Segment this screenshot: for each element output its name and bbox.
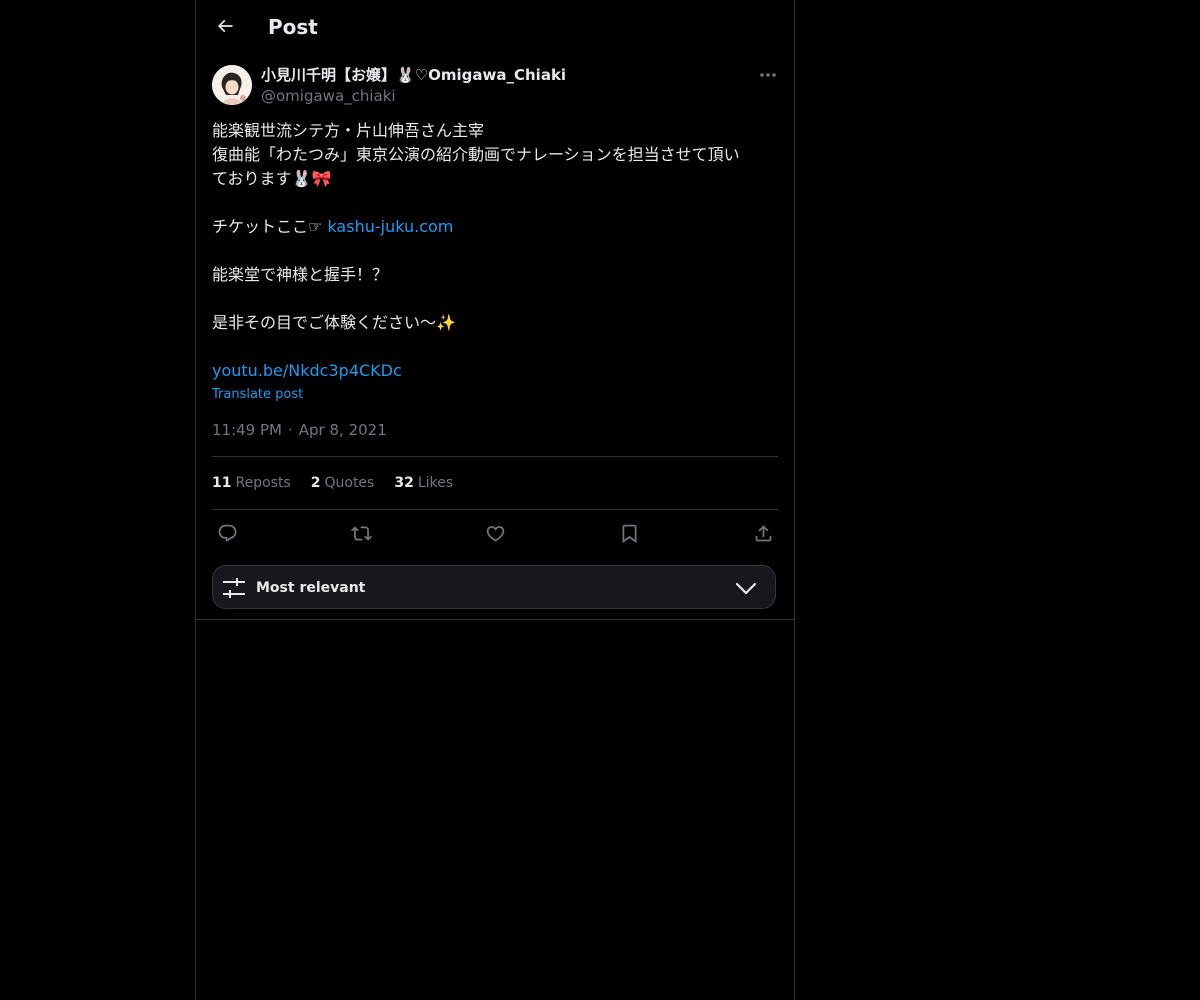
chevron-down-icon [735, 582, 757, 595]
post-body-blank [212, 239, 778, 263]
more-horizontal-icon [760, 73, 776, 77]
translate-post-link[interactable]: Translate post [212, 386, 303, 404]
post-timestamp[interactable]: 11:49 PM · Apr 8, 2021 [212, 420, 387, 440]
page-header: Post [196, 0, 794, 53]
quotes-label: Quotes [324, 475, 375, 491]
post-body-line: 復曲能「わたつみ」東京公演の紹介動画でナレーションを担当させて頂い [212, 145, 740, 164]
main-column: Post 小見川千明【お嬢】🐰♡Omigawa_Chiaki @omigawa_… [195, 0, 795, 1000]
post-body-blank [212, 287, 778, 311]
like-icon [486, 525, 504, 542]
page-title: Post [268, 15, 318, 39]
share-icon [755, 524, 771, 541]
section-divider [196, 619, 794, 620]
post-body-line: 能楽観世流シテ方・片山伸吾さん主宰 [212, 121, 485, 140]
reposts-count: 11 [212, 475, 232, 491]
post-body-ticket-line: チケットここ☞ kashu-juku.com [212, 215, 778, 239]
post-date: Apr 8, 2021 [298, 421, 387, 439]
post-body-line: ております🐰🎀 [212, 169, 332, 188]
likes-count: 32 [394, 475, 414, 491]
time-separator: · [287, 421, 293, 439]
likes-label: Likes [417, 475, 454, 491]
post-time: 11:49 PM [212, 421, 282, 439]
arrow-left-icon [217, 19, 233, 33]
sort-replies-dropdown[interactable]: Most relevant [212, 565, 776, 609]
ticket-link[interactable]: kashu-juku.com [327, 217, 453, 236]
likes-stat[interactable]: 32 Likes [394, 473, 453, 493]
author-handle[interactable]: @omigawa_chiaki [261, 86, 396, 106]
repost-icon [350, 525, 372, 541]
divider [212, 456, 778, 457]
reposts-stat[interactable]: 11 Reposts [212, 473, 291, 493]
bookmark-button[interactable] [614, 518, 644, 548]
share-button[interactable] [748, 518, 778, 548]
reposts-label: Reposts [235, 475, 291, 491]
quotes-count: 2 [310, 475, 321, 491]
avatar[interactable] [212, 65, 252, 105]
more-options-button[interactable] [754, 63, 782, 87]
like-button[interactable] [480, 518, 510, 548]
reply-button[interactable] [212, 518, 242, 548]
sliders-icon [223, 578, 245, 598]
post-body: 能楽観世流シテ方・片山伸吾さん主宰 復曲能「わたつみ」東京公演の紹介動画でナレー… [212, 119, 778, 383]
video-link[interactable]: youtu.be/Nkdc3p4CKDc [212, 361, 402, 380]
post-body-blank [212, 335, 778, 359]
sort-label: Most relevant [256, 580, 366, 596]
repost-button[interactable] [346, 518, 376, 548]
divider [212, 509, 778, 510]
post-stats: 11 Reposts 2 Quotes 32 Likes [212, 473, 473, 493]
ticket-prefix: チケットここ☞ [212, 217, 328, 236]
back-button[interactable] [208, 9, 242, 43]
quotes-stat[interactable]: 2 Quotes [311, 473, 375, 493]
post-body-blank [212, 191, 778, 215]
avatar-image [212, 65, 252, 105]
bookmark-icon [622, 524, 636, 543]
reply-icon [218, 524, 236, 542]
post-body-line: 是非その目でご体験ください〜✨ [212, 313, 456, 332]
post-actions [212, 518, 778, 548]
author-display-name[interactable]: 小見川千明【お嬢】🐰♡Omigawa_Chiaki [261, 65, 566, 85]
post-body-line: 能楽堂で神様と握手！？ [212, 265, 389, 284]
